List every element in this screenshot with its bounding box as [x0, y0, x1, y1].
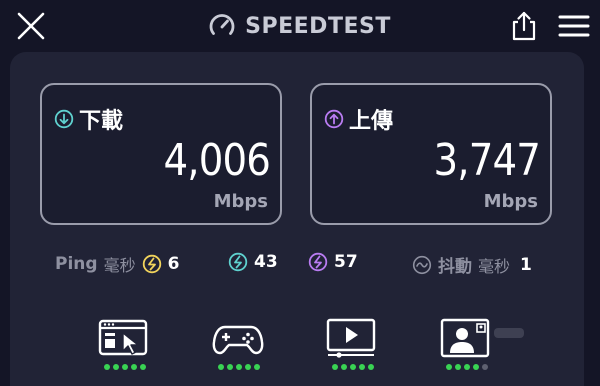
arrow-down-circle-icon: [54, 109, 74, 129]
rating-dot: [227, 364, 233, 370]
rating-dot: [464, 364, 470, 370]
arrow-up-circle-icon: [324, 109, 344, 129]
ping-group: Ping 毫秒 6: [55, 252, 179, 276]
rating-dot: [368, 364, 374, 370]
download-card: 下載 4,006 Mbps: [40, 83, 282, 225]
ping-upload-value: 57: [334, 252, 358, 272]
ping-upload-icon: [308, 252, 328, 272]
header-bar: SPEEDTEST: [0, 0, 600, 52]
rating-dot-off: [482, 364, 488, 370]
share-icon[interactable]: [508, 10, 540, 42]
browser-cursor-icon: [98, 319, 148, 356]
scroll-indicator[interactable]: [494, 328, 524, 338]
upload-speed-value: 3,747: [433, 135, 541, 186]
upload-header: 上傳: [324, 103, 393, 135]
ping-upload-group: 57: [308, 252, 358, 272]
upload-card: 上傳 3,747 Mbps: [310, 83, 552, 225]
quality-web-browsing[interactable]: [98, 318, 152, 376]
quality-dots: [440, 364, 494, 370]
ping-unit-label: 毫秒: [103, 256, 136, 275]
quality-video-streaming[interactable]: [326, 318, 380, 376]
hamburger-menu-icon[interactable]: [557, 11, 591, 41]
video-play-icon: [326, 318, 376, 358]
jitter-value: 1: [520, 254, 532, 275]
rating-dot: [332, 364, 338, 370]
jitter-unit-label: 毫秒: [478, 256, 511, 276]
ping-idle-icon: [142, 254, 161, 274]
latency-row: Ping 毫秒 6 43 57 抖動 毫秒 1: [10, 252, 584, 278]
jitter-wave-icon: [412, 255, 432, 274]
download-label: 下載: [79, 109, 124, 134]
rating-dot: [245, 364, 251, 370]
rating-dot: [113, 364, 119, 370]
rating-dot: [131, 364, 137, 370]
video-call-person-icon: [440, 318, 490, 358]
ping-download-icon: [228, 252, 248, 272]
ping-download-group: 43: [228, 252, 278, 272]
rating-dot: [446, 364, 452, 370]
jitter-label: 抖動: [438, 257, 472, 277]
rating-dot: [473, 364, 479, 370]
quality-dots: [326, 364, 380, 370]
download-header: 下載: [54, 103, 123, 135]
rating-dot: [104, 364, 110, 370]
quality-gaming[interactable]: [212, 318, 266, 376]
jitter-group: 抖動 毫秒 1: [412, 252, 532, 277]
download-unit: Mbps: [213, 191, 268, 212]
rating-dot: [359, 364, 365, 370]
quality-dots: [98, 364, 152, 370]
upload-label: 上傳: [349, 109, 394, 134]
speedtest-result-screen: SPEEDTEST 下載 4,006 Mbps 上傳 3,747 Mbps Pi…: [0, 0, 600, 386]
ping-label: Ping: [55, 254, 98, 274]
speedometer-icon: [209, 14, 235, 35]
quality-video-calling[interactable]: [440, 318, 494, 376]
upload-unit: Mbps: [483, 191, 538, 212]
brand-name: SPEEDTEST: [245, 13, 391, 39]
rating-dot: [254, 364, 260, 370]
ping-idle-value: 6: [167, 254, 180, 274]
rating-dot: [236, 364, 242, 370]
rating-dot: [455, 364, 461, 370]
download-speed-value: 4,006: [163, 135, 271, 186]
rating-dot: [218, 364, 224, 370]
ping-download-value: 43: [254, 252, 278, 272]
rating-dot: [341, 364, 347, 370]
rating-dot: [350, 364, 356, 370]
rating-dot: [140, 364, 146, 370]
rating-dot: [122, 364, 128, 370]
quality-dots: [212, 364, 266, 370]
gamepad-icon: [212, 325, 264, 355]
